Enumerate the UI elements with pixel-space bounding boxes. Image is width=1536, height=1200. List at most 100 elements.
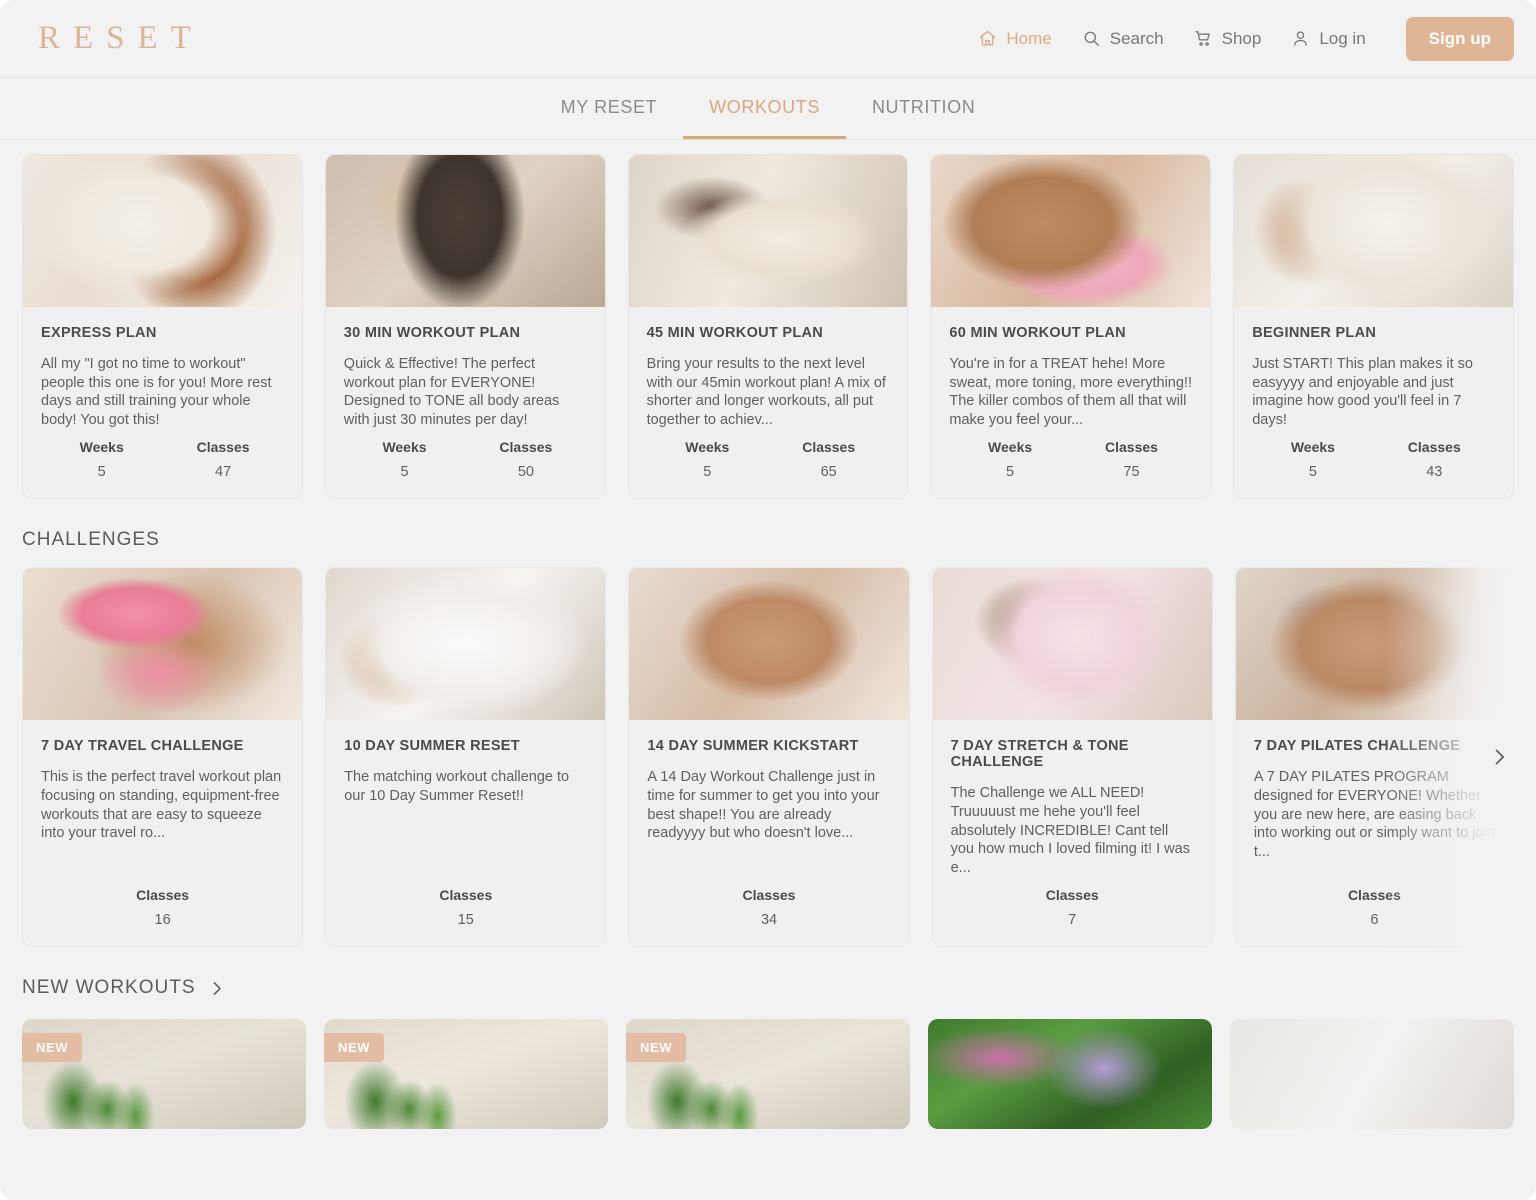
stat-classes: Classes 6	[1254, 887, 1495, 928]
stat-weeks-value: 5	[97, 464, 106, 481]
stat-classes-value: 7	[1068, 912, 1077, 929]
new-workout-thumb[interactable]: NEW	[22, 1019, 306, 1130]
plan-card-title: 60 MIN WORKOUT PLAN	[949, 325, 1126, 341]
challenge-card-pilates[interactable]: 7 DAY PILATES CHALLENGE A 7 DAY PILATES …	[1234, 567, 1515, 948]
plan-card-express[interactable]: EXPRESS PLAN All my "I got no time to wo…	[22, 154, 303, 500]
plan-card-image	[23, 155, 302, 307]
site-header: RESET Home Search Shop Log in Sign up	[0, 0, 1536, 78]
challenge-card-stretch-tone[interactable]: 7 DAY STRETCH & TONE CHALLENGE The Chall…	[931, 567, 1213, 948]
challenge-card-description: A 14 Day Workout Challenge just in time …	[647, 769, 880, 842]
new-badge: NEW	[324, 1033, 385, 1063]
challenge-card-title: 10 DAY SUMMER RESET	[344, 738, 520, 755]
chevron-right-icon	[208, 980, 225, 997]
stat-classes-value: 6	[1370, 912, 1379, 929]
challenge-card-stats: Classes 16	[41, 887, 284, 946]
challenges-next-button[interactable]	[1482, 740, 1516, 774]
stat-weeks-value: 5	[1308, 464, 1317, 481]
challenges-row: 7 DAY TRAVEL CHALLENGE This is the perfe…	[0, 567, 1536, 948]
new-workout-thumb[interactable]: NEW	[324, 1019, 608, 1130]
stat-weeks-label: Weeks	[988, 439, 1033, 456]
nav-item-home-label: Home	[1006, 28, 1052, 48]
main-content: EXPRESS PLAN All my "I got no time to wo…	[0, 154, 1536, 1130]
signup-button[interactable]: Sign up	[1405, 16, 1514, 61]
plan-card-image	[1234, 155, 1513, 307]
plan-card-image	[325, 155, 605, 307]
plan-card-30min[interactable]: 30 MIN WORKOUT PLAN Quick & Effective! T…	[324, 154, 606, 500]
plan-card-description: Just START! This plan makes it so easyyy…	[1252, 356, 1473, 428]
stat-classes: Classes 34	[647, 887, 890, 928]
tab-my-reset[interactable]: MY RESET	[535, 78, 684, 139]
stat-classes: Classes 50	[465, 439, 586, 480]
plan-card-stats: Weeks 5 Classes 75	[949, 439, 1192, 498]
challenge-card-title: 7 DAY TRAVEL CHALLENGE	[41, 738, 244, 755]
stat-classes-label: Classes	[1407, 439, 1461, 456]
nav-item-search[interactable]: Search	[1082, 29, 1164, 49]
challenge-card-stats: Classes 7	[951, 887, 1194, 946]
stat-weeks: Weeks 5	[344, 439, 465, 480]
plan-card-title: BEGINNER PLAN	[1252, 325, 1377, 341]
nav-item-login-label: Log in	[1319, 28, 1366, 48]
search-icon	[1082, 29, 1101, 48]
plans-row: EXPRESS PLAN All my "I got no time to wo…	[0, 154, 1536, 500]
challenge-card-description: This is the perfect travel workout plan …	[41, 769, 282, 842]
nav-item-shop-label: Shop	[1221, 28, 1262, 48]
stat-weeks: Weeks 5	[41, 439, 162, 480]
stat-classes: Classes 65	[768, 439, 889, 480]
challenge-card-pilates-wrapper: 7 DAY PILATES CHALLENGE A 7 DAY PILATES …	[1234, 567, 1516, 948]
stat-classes-value: 47	[215, 464, 232, 481]
challenge-card-travel[interactable]: 7 DAY TRAVEL CHALLENGE This is the perfe…	[22, 567, 304, 948]
user-icon	[1291, 29, 1310, 48]
stat-weeks-value: 5	[1006, 464, 1015, 481]
plan-card-description: Bring your results to the next level wit…	[646, 356, 886, 428]
plan-card-title: 30 MIN WORKOUT PLAN	[343, 325, 521, 341]
stat-classes: Classes 16	[41, 887, 284, 928]
stat-classes-value: 15	[457, 912, 474, 929]
challenge-card-image	[326, 568, 606, 721]
stat-classes: Classes 47	[162, 439, 283, 480]
stat-classes-value: 16	[154, 912, 171, 929]
nav-item-home[interactable]: Home	[978, 28, 1052, 49]
challenge-card-image	[629, 568, 909, 721]
stat-classes-value: 65	[820, 464, 837, 481]
plan-card-stats: Weeks 5 Classes 43	[1252, 439, 1495, 498]
stat-weeks-label: Weeks	[382, 439, 427, 456]
plan-card-stats: Weeks 5 Classes 65	[647, 439, 890, 498]
top-navigation: Home Search Shop Log in Sign up	[978, 16, 1514, 61]
new-workout-thumb[interactable]	[928, 1019, 1212, 1130]
tab-workouts[interactable]: WORKOUTS	[683, 78, 846, 139]
plan-card-description: All my "I got no time to workout" people…	[41, 356, 272, 428]
plan-card-stats: Weeks 5 Classes 47	[41, 439, 284, 498]
plan-card-description: Quick & Effective! The perfect workout p…	[343, 356, 560, 428]
challenge-card-title: 7 DAY PILATES CHALLENGE	[1253, 738, 1461, 755]
new-workout-thumb[interactable]	[1230, 1019, 1514, 1130]
plan-card-60min[interactable]: 60 MIN WORKOUT PLAN You're in for a TREA…	[930, 154, 1212, 500]
plan-card-beginner[interactable]: BEGINNER PLAN Just START! This plan make…	[1233, 154, 1514, 500]
challenge-card-summer-kickstart[interactable]: 14 DAY SUMMER KICKSTART A 14 Day Workout…	[628, 567, 910, 948]
brand-logo[interactable]: RESET	[34, 20, 204, 57]
stat-classes-value: 43	[1426, 464, 1443, 481]
stat-weeks: Weeks 5	[949, 439, 1070, 480]
nav-item-shop[interactable]: Shop	[1194, 28, 1262, 49]
stat-classes: Classes 15	[344, 887, 587, 928]
new-workout-thumb[interactable]: NEW	[626, 1019, 910, 1130]
challenges-title-text: CHALLENGES	[22, 529, 160, 551]
plan-card-title: 45 MIN WORKOUT PLAN	[646, 325, 824, 341]
new-workouts-section-title[interactable]: NEW WORKOUTS	[0, 947, 1536, 1015]
section-tabs: MY RESET WORKOUTS NUTRITION	[0, 78, 1536, 140]
challenge-card-description: The matching workout challenge to our 10…	[344, 769, 570, 804]
new-badge: NEW	[626, 1033, 687, 1063]
new-workouts-row: NEW NEW NEW	[0, 1019, 1536, 1130]
tab-nutrition[interactable]: NUTRITION	[846, 78, 1001, 139]
stat-weeks: Weeks 5	[647, 439, 768, 480]
nav-item-login[interactable]: Log in	[1291, 28, 1366, 49]
stat-classes: Classes 43	[1374, 439, 1495, 480]
stat-classes-label: Classes	[1045, 887, 1099, 904]
challenge-card-summer-reset[interactable]: 10 DAY SUMMER RESET The matching workout…	[325, 567, 607, 948]
stat-classes-label: Classes	[1347, 887, 1401, 904]
challenge-card-image	[932, 568, 1212, 721]
challenge-card-description: The Challenge we ALL NEED! Truuuuust me …	[950, 785, 1190, 876]
plan-card-45min[interactable]: 45 MIN WORKOUT PLAN Bring your results t…	[627, 154, 909, 500]
new-workouts-title-text: NEW WORKOUTS	[22, 977, 196, 999]
plan-card-title: EXPRESS PLAN	[41, 325, 157, 341]
stat-classes-value: 34	[760, 912, 778, 929]
